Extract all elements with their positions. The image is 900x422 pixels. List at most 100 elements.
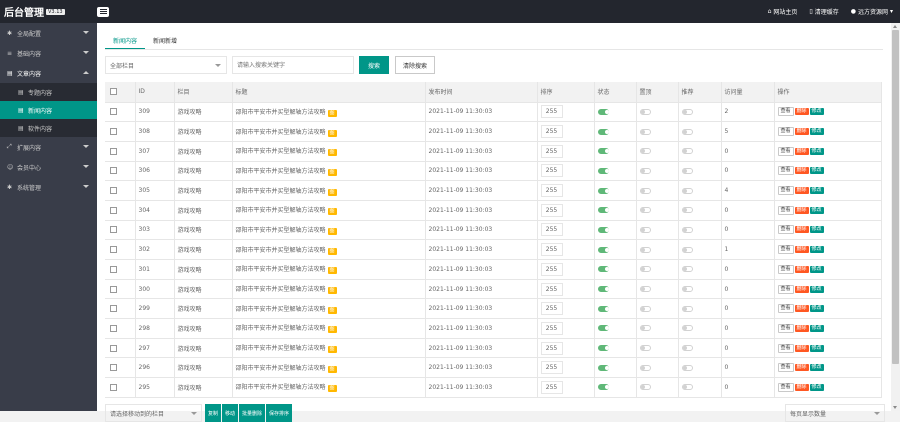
row-checkbox[interactable] — [105, 357, 136, 379]
status-toggle[interactable] — [597, 266, 609, 273]
view-button[interactable]: 查看 — [777, 166, 794, 176]
delete-button[interactable]: 删除 — [794, 128, 809, 136]
edit-button[interactable]: 修改 — [809, 187, 824, 195]
row-checkbox[interactable] — [105, 141, 136, 162]
edit-button[interactable]: 修改 — [809, 147, 824, 155]
edit-button[interactable]: 修改 — [809, 108, 824, 116]
view-button[interactable]: 查看 — [777, 304, 794, 314]
top-toggle[interactable] — [639, 364, 651, 371]
row-checkbox[interactable] — [105, 102, 136, 123]
recommend-toggle[interactable] — [681, 266, 693, 273]
sort-input[interactable] — [540, 341, 563, 355]
status-toggle[interactable] — [597, 167, 609, 174]
edit-button[interactable]: 修改 — [809, 383, 824, 391]
row-checkbox[interactable] — [105, 239, 136, 260]
search-button[interactable]: 搜索 — [359, 56, 389, 74]
edit-button[interactable]: 修改 — [809, 364, 824, 372]
app-brand[interactable]: 后台管理 V3.13 — [0, 0, 97, 23]
recommend-toggle[interactable] — [681, 246, 693, 253]
sidebar-item-article-content[interactable]: ▤ 文章内容 — [0, 63, 97, 83]
sidebar-item-basic-content[interactable]: ≡ 基础内容 — [0, 43, 97, 63]
status-toggle[interactable] — [597, 187, 609, 194]
row-checkbox[interactable] — [105, 121, 136, 142]
recommend-toggle[interactable] — [681, 305, 693, 312]
sort-input[interactable] — [540, 144, 563, 158]
row-checkbox[interactable] — [105, 220, 136, 241]
row-checkbox[interactable] — [105, 377, 136, 398]
recommend-toggle[interactable] — [681, 345, 693, 352]
page-scrollbar[interactable] — [891, 23, 900, 411]
sidebar-item-extended-content[interactable]: ⤢ 扩展内容 — [0, 137, 97, 157]
top-toggle[interactable] — [639, 226, 651, 233]
recommend-toggle[interactable] — [681, 286, 693, 293]
status-toggle[interactable] — [597, 148, 609, 155]
sidebar-subitem-topics[interactable]: ▤ 专题内容 — [0, 83, 97, 101]
edit-button[interactable]: 修改 — [809, 285, 824, 293]
view-button[interactable]: 查看 — [777, 264, 794, 274]
sidebar-item-system-admin[interactable]: ✱ 系统管理 — [0, 177, 97, 197]
status-toggle[interactable] — [597, 305, 609, 312]
status-toggle[interactable] — [597, 108, 609, 115]
scroll-up-icon[interactable] — [893, 25, 897, 28]
move-category-select[interactable]: 请选择移动到的栏目 — [105, 404, 202, 422]
delete-button[interactable]: 删除 — [794, 364, 809, 372]
sort-input[interactable] — [540, 203, 563, 217]
copy-button[interactable]: 复制 — [205, 404, 222, 422]
row-checkbox[interactable] — [105, 338, 136, 359]
top-toggle[interactable] — [639, 187, 651, 194]
edit-button[interactable]: 修改 — [809, 206, 824, 214]
delete-button[interactable]: 删除 — [794, 187, 809, 195]
sort-input[interactable] — [540, 105, 563, 119]
edit-button[interactable]: 修改 — [809, 324, 824, 332]
sort-input[interactable] — [540, 125, 563, 139]
row-checkbox[interactable] — [105, 259, 136, 280]
top-toggle[interactable] — [639, 108, 651, 115]
view-button[interactable]: 查看 — [777, 225, 794, 235]
edit-button[interactable]: 修改 — [809, 226, 824, 234]
view-button[interactable]: 查看 — [777, 186, 794, 196]
top-toggle[interactable] — [639, 266, 651, 273]
header-id[interactable]: ID — [135, 82, 175, 103]
top-toggle[interactable] — [639, 148, 651, 155]
edit-button[interactable]: 修改 — [809, 246, 824, 254]
tab-news-list[interactable]: 新闻内容 — [105, 35, 146, 49]
category-select[interactable]: 全部栏目 — [105, 56, 227, 74]
top-toggle[interactable] — [639, 325, 651, 332]
delete-button[interactable]: 删除 — [794, 285, 809, 293]
select-all-checkbox[interactable] — [105, 82, 136, 103]
view-button[interactable]: 查看 — [777, 245, 794, 255]
sort-input[interactable] — [540, 243, 563, 257]
view-button[interactable]: 查看 — [777, 146, 794, 156]
delete-button[interactable]: 删除 — [794, 265, 809, 273]
view-button[interactable]: 查看 — [777, 343, 794, 353]
edit-button[interactable]: 修改 — [809, 167, 824, 175]
search-input[interactable] — [232, 56, 354, 74]
scrollbar-thumb[interactable] — [892, 30, 899, 364]
delete-button[interactable]: 删除 — [794, 226, 809, 234]
tab-news-add[interactable]: 新闻新增 — [145, 35, 185, 49]
recommend-toggle[interactable] — [681, 364, 693, 371]
delete-button[interactable]: 删除 — [794, 324, 809, 332]
sidebar-subitem-news[interactable]: ▤ 新闻内容 — [0, 101, 97, 119]
recommend-toggle[interactable] — [681, 187, 693, 194]
edit-button[interactable]: 修改 — [809, 265, 824, 273]
status-toggle[interactable] — [597, 384, 609, 391]
status-toggle[interactable] — [597, 345, 609, 352]
recommend-toggle[interactable] — [681, 207, 693, 214]
delete-button[interactable]: 删除 — [794, 108, 809, 116]
scroll-down-icon[interactable] — [893, 406, 897, 409]
sort-input[interactable] — [540, 164, 563, 178]
sort-input[interactable] — [540, 282, 563, 296]
status-toggle[interactable] — [597, 207, 609, 214]
view-button[interactable]: 查看 — [777, 127, 794, 137]
sort-input[interactable] — [540, 262, 563, 276]
view-button[interactable]: 查看 — [777, 382, 794, 392]
view-button[interactable]: 查看 — [777, 205, 794, 215]
sidebar-item-member-center[interactable]: ☺ 会员中心 — [0, 157, 97, 177]
recommend-toggle[interactable] — [681, 108, 693, 115]
delete-button[interactable]: 删除 — [794, 383, 809, 391]
sort-input[interactable] — [540, 223, 563, 237]
clear-cache-link[interactable]: ▯ 清理缓存 — [809, 7, 838, 16]
row-checkbox[interactable] — [105, 161, 136, 182]
sort-input[interactable] — [540, 321, 563, 335]
